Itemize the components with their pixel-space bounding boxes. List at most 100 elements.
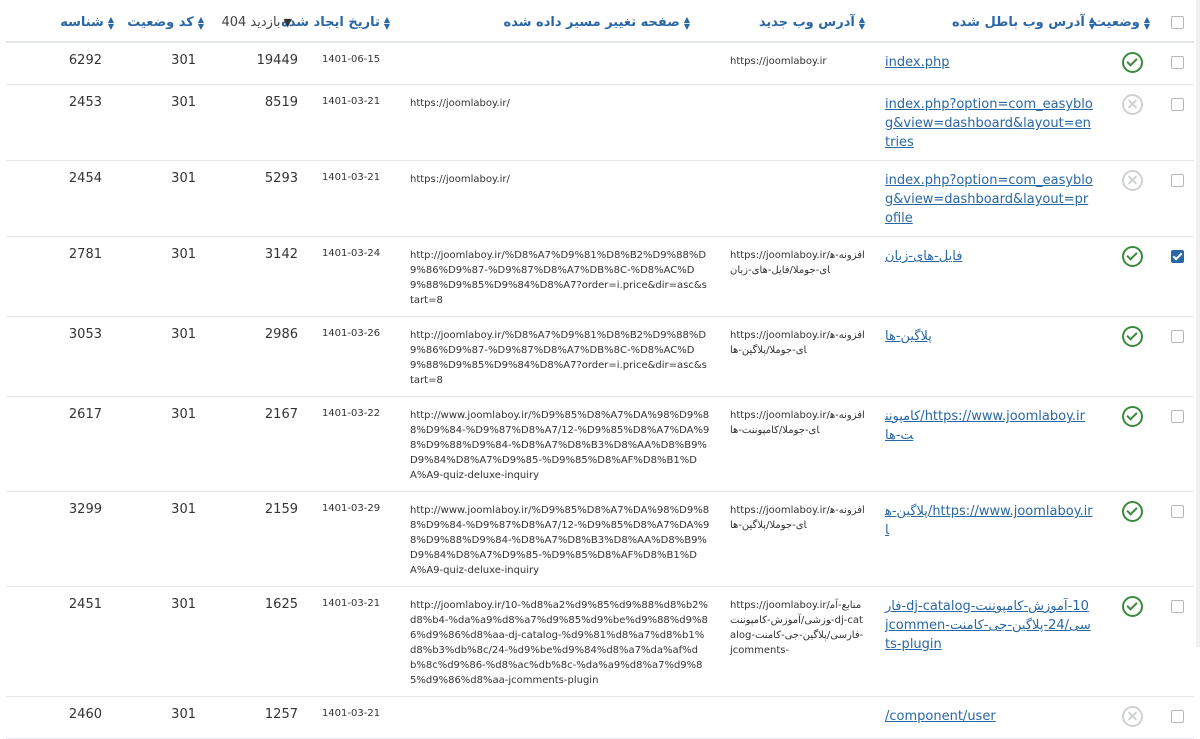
row-checkbox[interactable] xyxy=(1170,56,1184,69)
hits-cell: 2986 xyxy=(214,316,302,397)
row-checkbox[interactable] xyxy=(1170,600,1184,613)
hits-cell: 1625 xyxy=(214,586,302,697)
row-select-cell xyxy=(1160,696,1194,739)
old-url-cell: 10-آموزش-کامپوننت-dj-catalog-فارسی/24-پل… xyxy=(875,586,1105,697)
referrer-header-label: صفحه تغییر مسیر داده شده xyxy=(503,15,680,30)
hits-cell: 1257 xyxy=(214,696,302,739)
id-cell: 2617 xyxy=(6,396,124,492)
created-date-cell: 1401-03-26 xyxy=(302,316,400,397)
created-date-cell: 1401-03-21 xyxy=(302,160,400,237)
check-circle-icon[interactable] xyxy=(1122,246,1143,267)
id-cell: 6292 xyxy=(6,42,124,85)
status-cell xyxy=(1105,586,1160,697)
check-circle-icon[interactable] xyxy=(1122,326,1143,347)
row-select-cell xyxy=(1160,42,1194,85)
redirects-table: ▲ ▼ وضعیت ▲ ▼ آدرس وب باطل شده ▲ ▼ آدرس وب جدی… xyxy=(6,4,1194,739)
old-url-link[interactable]: index.php xyxy=(885,55,949,70)
new-url-cell xyxy=(720,84,875,161)
check-circle-icon[interactable] xyxy=(1122,501,1143,522)
row-select-cell xyxy=(1160,586,1194,697)
old-url-link[interactable]: https://www.joomlaboy.ir/پلاگین-ها xyxy=(885,504,1093,538)
hits-header-label: بازدید 404 xyxy=(221,15,281,30)
row-select-cell xyxy=(1160,84,1194,161)
created-date-cell: 1401-03-22 xyxy=(302,396,400,492)
row-checkbox[interactable] xyxy=(1170,505,1184,518)
created-date-cell: 1401-03-21 xyxy=(302,586,400,697)
row-checkbox[interactable] xyxy=(1170,330,1184,343)
table-row: index.php https://joomlaboy.ir 1401-06-15 1… xyxy=(6,42,1194,85)
sort-old-url-header[interactable]: ▲ ▼ آدرس وب باطل شده xyxy=(875,4,1105,43)
code-header-label: کد وضعیت xyxy=(127,15,194,30)
old-url-link[interactable]: 10-آموزش-کامپوننت-dj-catalog-فارسی/24-پل… xyxy=(885,599,1091,652)
row-select-cell xyxy=(1160,160,1194,237)
created-header-label: تاریخ ایجاد شده xyxy=(281,15,380,30)
check-circle-icon[interactable] xyxy=(1122,596,1143,617)
check-circle-icon[interactable] xyxy=(1122,52,1143,73)
id-cell: 2454 xyxy=(6,160,124,237)
table-row: فایل-های-زبان https://joomlaboy.ir/افزونه… xyxy=(6,236,1194,317)
old-url-link[interactable]: https://www.joomlaboy.ir/کامپوننت-ها xyxy=(885,409,1085,443)
old-url-cell: index.php?option=com_easyblog&view=dashb… xyxy=(875,84,1105,161)
referrer-cell xyxy=(400,42,720,85)
new-url-header-label: آدرس وب جدید xyxy=(758,15,855,30)
hits-cell: 2167 xyxy=(214,396,302,492)
old-url-cell: index.php xyxy=(875,42,1105,85)
x-circle-icon[interactable] xyxy=(1122,170,1143,191)
sort-new-url-header[interactable]: ▲ ▼ آدرس وب جدید xyxy=(720,4,875,43)
old-url-link[interactable]: index.php?option=com_easyblog&view=dashb… xyxy=(885,173,1093,226)
row-checkbox[interactable] xyxy=(1170,250,1184,263)
referrer-cell: http://www.joomlaboy.ir/%D9%85%D8%A7%DA%… xyxy=(400,491,720,587)
row-checkbox[interactable] xyxy=(1170,710,1184,723)
table-row: index.php?option=com_easyblog&view=dashb… xyxy=(6,160,1194,237)
status-code-cell: 301 xyxy=(124,84,214,161)
sort-icon: ▲ ▼ xyxy=(197,14,204,31)
old-url-link[interactable]: index.php?option=com_easyblog&view=dashb… xyxy=(885,97,1093,150)
sort-icon: ▲ ▼ xyxy=(383,14,390,31)
new-url-cell xyxy=(720,696,875,739)
row-checkbox[interactable] xyxy=(1170,410,1184,423)
row-checkbox[interactable] xyxy=(1170,174,1184,187)
hits-cell: 3142 xyxy=(214,236,302,317)
id-cell: 3053 xyxy=(6,316,124,397)
row-select-cell xyxy=(1160,316,1194,397)
status-cell xyxy=(1105,396,1160,492)
x-circle-icon[interactable] xyxy=(1122,94,1143,115)
caret-down-icon: ▼ xyxy=(283,16,292,29)
vertical-scrollbar[interactable] xyxy=(1196,0,1200,647)
old-url-cell: index.php?option=com_easyblog&view=dashb… xyxy=(875,160,1105,237)
id-cell: 2451 xyxy=(6,586,124,697)
status-cell xyxy=(1105,236,1160,317)
sort-hits-header[interactable]: ▼بازدید 404 xyxy=(214,4,302,43)
sort-icon: ▲ ▼ xyxy=(1143,14,1150,31)
hits-cell: 5293 xyxy=(214,160,302,237)
sort-referrer-header[interactable]: ▲ ▼ صفحه تغییر مسیر داده شده xyxy=(400,4,720,43)
table-row: https://www.joomlaboy.ir/کامپوننت-ها http… xyxy=(6,396,1194,492)
new-url-cell: https://joomlaboy.ir xyxy=(720,42,875,85)
sort-id-header[interactable]: ▲ ▼ شناسه xyxy=(6,4,124,43)
sort-icon: ▲ ▼ xyxy=(1088,14,1095,31)
status-cell xyxy=(1105,84,1160,161)
x-circle-icon[interactable] xyxy=(1122,706,1143,727)
referrer-cell: http://joomlaboy.ir/%D8%A7%D9%81%D8%B2%D… xyxy=(400,316,720,397)
old-url-link[interactable]: فایل-های-زبان xyxy=(885,249,962,264)
sort-status-header[interactable]: ▲ ▼ وضعیت xyxy=(1093,4,1160,43)
old-url-cell: پلاگین-ها xyxy=(875,316,1105,397)
select-all-checkbox[interactable] xyxy=(1170,15,1184,29)
created-date-cell: 1401-03-21 xyxy=(302,84,400,161)
sort-created-header[interactable]: ▲ ▼ تاریخ ایجاد شده xyxy=(281,4,400,43)
old-url-link[interactable]: component/user/ xyxy=(885,709,996,724)
old-url-link[interactable]: پلاگین-ها xyxy=(885,329,932,344)
created-date-cell: 1401-06-15 xyxy=(302,42,400,85)
sort-code-header[interactable]: ▲ ▼ کد وضعیت xyxy=(124,4,214,43)
hits-cell: 8519 xyxy=(214,84,302,161)
status-code-cell: 301 xyxy=(124,42,214,85)
id-cell: 3299 xyxy=(6,491,124,587)
check-circle-icon[interactable] xyxy=(1122,406,1143,427)
status-code-cell: 301 xyxy=(124,696,214,739)
referrer-cell: http://joomlaboy.ir/10-%d8%a2%d9%85%d9%8… xyxy=(400,586,720,697)
old-url-cell: فایل-های-زبان xyxy=(875,236,1105,317)
status-code-cell: 301 xyxy=(124,491,214,587)
status-cell xyxy=(1105,316,1160,397)
status-cell xyxy=(1105,42,1160,85)
row-checkbox[interactable] xyxy=(1170,98,1184,111)
